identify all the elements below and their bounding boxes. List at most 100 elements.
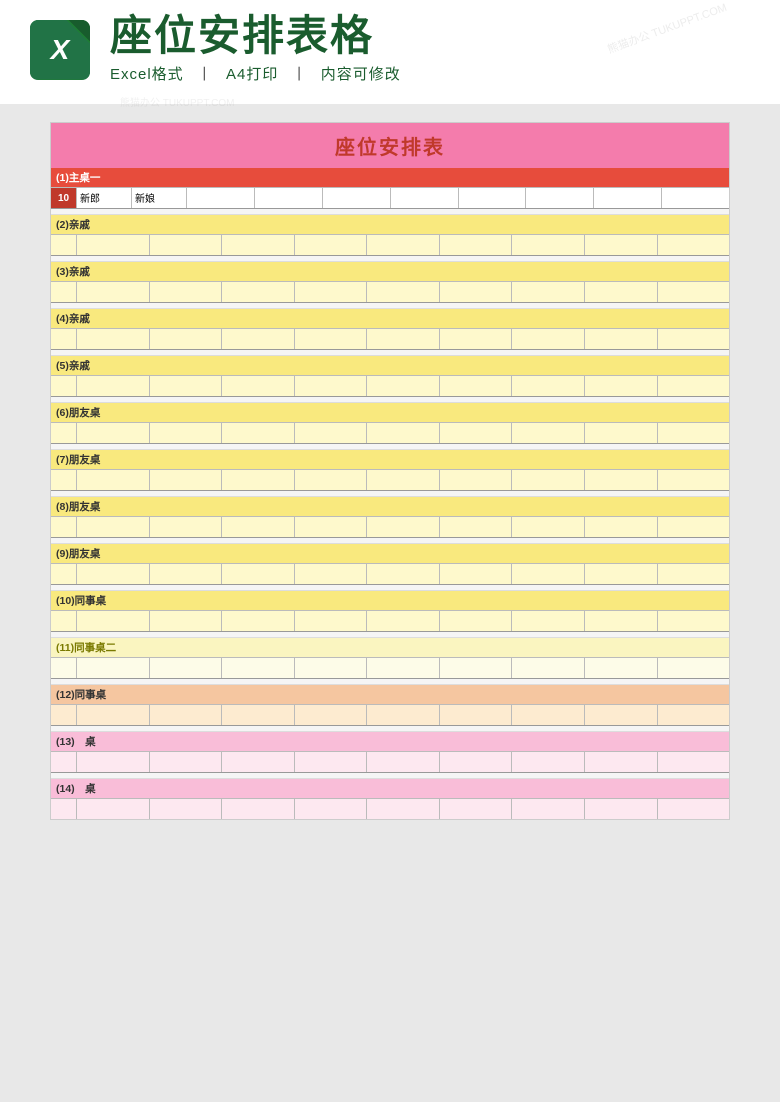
cell-6-5[interactable] xyxy=(295,423,368,443)
cell-13-10[interactable] xyxy=(658,752,730,772)
cell-8-8[interactable] xyxy=(512,517,585,537)
cell-8-10[interactable] xyxy=(658,517,730,537)
cell-5-10[interactable] xyxy=(658,376,730,396)
cell-14-2[interactable] xyxy=(77,799,150,819)
cell-11-7[interactable] xyxy=(440,658,513,678)
cell-7-7[interactable] xyxy=(440,470,513,490)
cell-4-8[interactable] xyxy=(512,329,585,349)
cell-13-4[interactable] xyxy=(222,752,295,772)
cell-8-3[interactable] xyxy=(150,517,223,537)
cell-5-6[interactable] xyxy=(367,376,440,396)
cell-14-9[interactable] xyxy=(585,799,658,819)
cell-7-10[interactable] xyxy=(658,470,730,490)
cell-13-6[interactable] xyxy=(367,752,440,772)
cell-10-7[interactable] xyxy=(440,611,513,631)
cell-5-4[interactable] xyxy=(222,376,295,396)
cell-9-8[interactable] xyxy=(512,564,585,584)
cell-1-2[interactable]: 新娘 xyxy=(132,188,187,208)
cell-7-8[interactable] xyxy=(512,470,585,490)
cell-10-10[interactable] xyxy=(658,611,730,631)
cell-3-2[interactable] xyxy=(77,282,150,302)
cell-4-1[interactable] xyxy=(51,329,77,349)
cell-3-10[interactable] xyxy=(658,282,730,302)
cell-7-1[interactable] xyxy=(51,470,77,490)
cell-2-4[interactable] xyxy=(222,235,295,255)
cell-11-5[interactable] xyxy=(295,658,368,678)
cell-14-3[interactable] xyxy=(150,799,223,819)
cell-12-2[interactable] xyxy=(77,705,150,725)
cell-10-6[interactable] xyxy=(367,611,440,631)
cell-6-8[interactable] xyxy=(512,423,585,443)
cell-12-1[interactable] xyxy=(51,705,77,725)
cell-1-4[interactable] xyxy=(255,188,323,208)
cell-6-10[interactable] xyxy=(658,423,730,443)
cell-2-1[interactable] xyxy=(51,235,77,255)
cell-1-3[interactable] xyxy=(187,188,255,208)
cell-9-9[interactable] xyxy=(585,564,658,584)
cell-11-10[interactable] xyxy=(658,658,730,678)
cell-11-6[interactable] xyxy=(367,658,440,678)
cell-10-3[interactable] xyxy=(150,611,223,631)
cell-7-5[interactable] xyxy=(295,470,368,490)
cell-13-5[interactable] xyxy=(295,752,368,772)
cell-12-6[interactable] xyxy=(367,705,440,725)
cell-14-6[interactable] xyxy=(367,799,440,819)
cell-6-2[interactable] xyxy=(77,423,150,443)
cell-8-1[interactable] xyxy=(51,517,77,537)
cell-9-10[interactable] xyxy=(658,564,730,584)
cell-6-1[interactable] xyxy=(51,423,77,443)
cell-10-4[interactable] xyxy=(222,611,295,631)
cell-2-5[interactable] xyxy=(295,235,368,255)
cell-4-6[interactable] xyxy=(367,329,440,349)
cell-11-3[interactable] xyxy=(150,658,223,678)
cell-11-8[interactable] xyxy=(512,658,585,678)
cell-7-3[interactable] xyxy=(150,470,223,490)
cell-2-7[interactable] xyxy=(440,235,513,255)
cell-8-7[interactable] xyxy=(440,517,513,537)
cell-6-4[interactable] xyxy=(222,423,295,443)
cell-10-9[interactable] xyxy=(585,611,658,631)
cell-8-6[interactable] xyxy=(367,517,440,537)
cell-2-8[interactable] xyxy=(512,235,585,255)
cell-5-7[interactable] xyxy=(440,376,513,396)
cell-12-3[interactable] xyxy=(150,705,223,725)
cell-10-2[interactable] xyxy=(77,611,150,631)
cell-12-8[interactable] xyxy=(512,705,585,725)
cell-4-2[interactable] xyxy=(77,329,150,349)
cell-3-5[interactable] xyxy=(295,282,368,302)
cell-2-3[interactable] xyxy=(150,235,223,255)
cell-13-9[interactable] xyxy=(585,752,658,772)
cell-14-5[interactable] xyxy=(295,799,368,819)
cell-6-7[interactable] xyxy=(440,423,513,443)
cell-9-1[interactable] xyxy=(51,564,77,584)
cell-12-5[interactable] xyxy=(295,705,368,725)
cell-2-2[interactable] xyxy=(77,235,150,255)
cell-1-5[interactable] xyxy=(323,188,391,208)
cell-5-1[interactable] xyxy=(51,376,77,396)
cell-4-5[interactable] xyxy=(295,329,368,349)
cell-3-8[interactable] xyxy=(512,282,585,302)
cell-13-7[interactable] xyxy=(440,752,513,772)
cell-14-4[interactable] xyxy=(222,799,295,819)
cell-12-7[interactable] xyxy=(440,705,513,725)
cell-7-6[interactable] xyxy=(367,470,440,490)
cell-13-8[interactable] xyxy=(512,752,585,772)
cell-8-5[interactable] xyxy=(295,517,368,537)
cell-1-1[interactable]: 新郎 xyxy=(77,188,132,208)
cell-4-9[interactable] xyxy=(585,329,658,349)
cell-5-3[interactable] xyxy=(150,376,223,396)
cell-9-3[interactable] xyxy=(150,564,223,584)
cell-10-8[interactable] xyxy=(512,611,585,631)
cell-5-2[interactable] xyxy=(77,376,150,396)
cell-4-3[interactable] xyxy=(150,329,223,349)
cell-14-7[interactable] xyxy=(440,799,513,819)
cell-10-5[interactable] xyxy=(295,611,368,631)
cell-11-1[interactable] xyxy=(51,658,77,678)
cell-4-4[interactable] xyxy=(222,329,295,349)
cell-2-6[interactable] xyxy=(367,235,440,255)
cell-12-4[interactable] xyxy=(222,705,295,725)
cell-14-8[interactable] xyxy=(512,799,585,819)
cell-6-9[interactable] xyxy=(585,423,658,443)
cell-2-9[interactable] xyxy=(585,235,658,255)
cell-9-6[interactable] xyxy=(367,564,440,584)
